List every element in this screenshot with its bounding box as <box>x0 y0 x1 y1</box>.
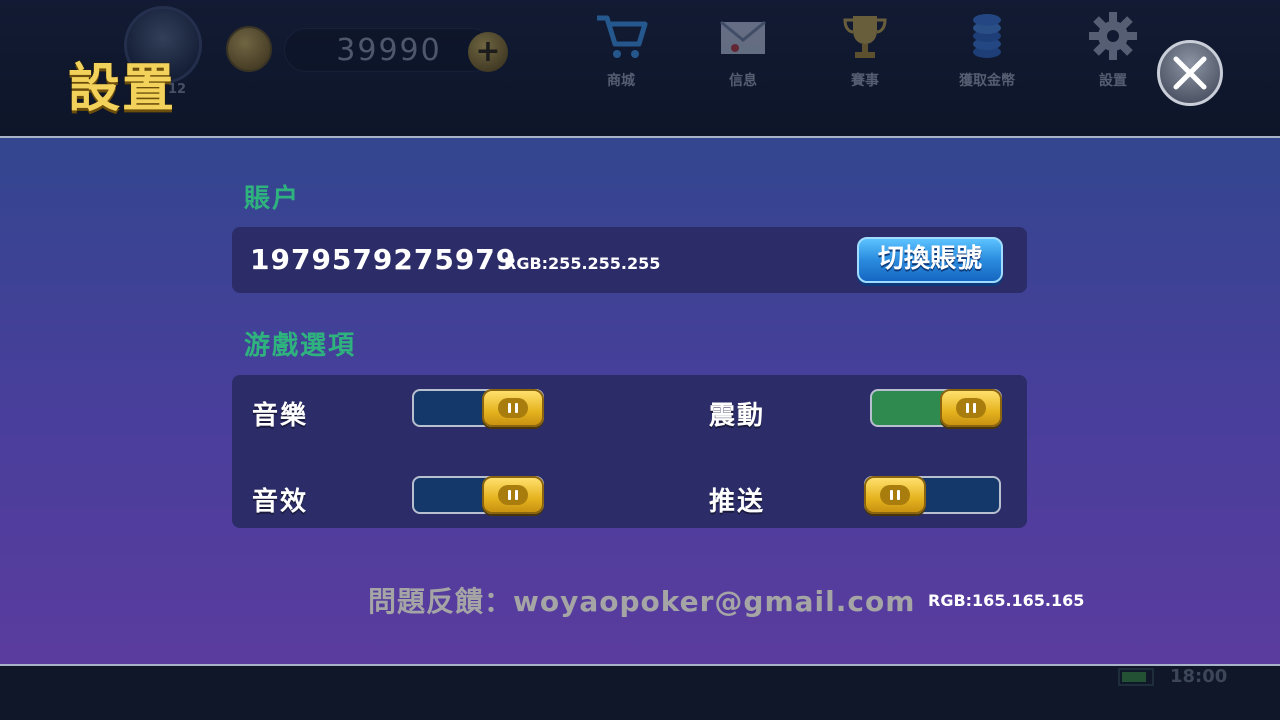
nav-item-shop: 商城 <box>566 8 676 90</box>
music-toggle[interactable] <box>412 389 544 427</box>
coin-balance: 39990 <box>284 28 494 72</box>
pause-grip-icon <box>956 398 986 418</box>
toggle-knob <box>864 476 926 514</box>
nav-label-shop: 商城 <box>607 73 635 89</box>
nav-item-get-coins: 獲取金幣 <box>932 8 1042 90</box>
music-label: 音樂 <box>252 401 309 431</box>
add-coins-icon: + <box>468 32 508 72</box>
nav-item-messages: 信息 <box>688 8 798 90</box>
pause-grip-icon <box>498 398 528 418</box>
coin-icon <box>226 26 272 72</box>
trophy-icon <box>843 16 887 58</box>
account-box: 1979579275979 RGB:255.255.255 切換賬號 <box>232 227 1027 293</box>
nav-label-settings: 設置 <box>1099 73 1127 89</box>
close-icon <box>1173 56 1207 90</box>
feedback-contact[interactable]: 問題反饋：woyaopoker@gmail.com <box>368 580 915 620</box>
account-section-title: 賬户 <box>244 184 301 214</box>
settings-panel: 賬户 1979579275979 RGB:255.255.255 切換賬號 游戲… <box>0 136 1280 666</box>
battery-icon <box>1118 668 1154 686</box>
nav-label-get-coins: 獲取金幣 <box>959 73 1015 89</box>
shopping-cart-icon <box>597 15 648 58</box>
nav-label-tournament: 賽事 <box>851 73 879 89</box>
account-id: 1979579275979 <box>250 243 517 276</box>
bottom-bar <box>0 666 1280 720</box>
sound-effects-toggle[interactable] <box>412 476 544 514</box>
clock: 18:00 <box>1170 666 1228 687</box>
pause-grip-icon <box>498 485 528 505</box>
nav-label-messages: 信息 <box>729 73 757 89</box>
vibration-toggle[interactable] <box>870 389 1002 427</box>
top-bar: 12 39990 + 商城 信息 賽事 獲取金幣 設置 設置 <box>0 0 1280 136</box>
nav-item-tournament: 賽事 <box>810 8 920 90</box>
push-label: 推送 <box>709 487 766 517</box>
game-options-box: 音樂 震動 音效 推送 <box>232 375 1027 528</box>
page-title: 設置 <box>68 59 177 119</box>
account-rgb-note: RGB:255.255.255 <box>504 254 661 273</box>
options-section-title: 游戲選項 <box>244 331 357 361</box>
toggle-knob <box>482 389 544 427</box>
feedback-rgb-note: RGB:165.165.165 <box>928 591 1085 610</box>
switch-account-button[interactable]: 切換賬號 <box>857 237 1003 283</box>
mail-icon <box>720 20 766 54</box>
vibration-label: 震動 <box>709 401 766 431</box>
chip-stack-icon <box>973 14 1001 58</box>
sound-effects-label: 音效 <box>252 487 309 517</box>
pause-grip-icon <box>880 485 910 505</box>
push-toggle[interactable] <box>864 476 1001 514</box>
gear-icon <box>1089 12 1137 60</box>
toggle-knob <box>482 476 544 514</box>
close-button[interactable] <box>1157 40 1223 106</box>
toggle-knob <box>940 389 1002 427</box>
nav-item-settings: 設置 <box>1058 8 1168 90</box>
